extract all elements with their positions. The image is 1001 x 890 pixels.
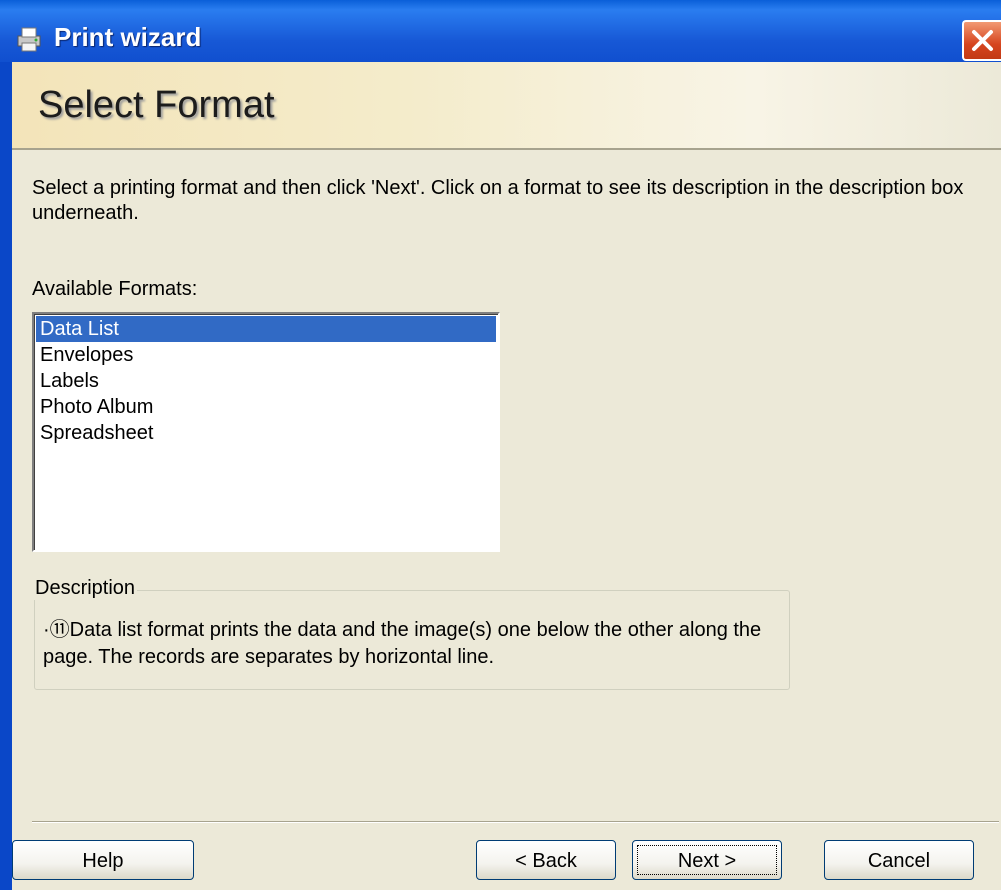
- description-groupbox: Description ·⑪Data list format prints th…: [33, 577, 790, 690]
- printer-icon: [14, 24, 44, 54]
- next-button-label: Next >: [677, 850, 737, 872]
- button-separator: [32, 821, 999, 823]
- list-item-spreadsheet[interactable]: Spreadsheet: [36, 420, 496, 446]
- help-button[interactable]: Help: [12, 840, 194, 880]
- instructions-text: Select a printing format and then click …: [32, 177, 964, 224]
- list-item-labels[interactable]: Labels: [36, 368, 496, 394]
- description-text: ·⑪Data list format prints the data and t…: [43, 619, 762, 668]
- available-formats-label: Available Formats:: [32, 278, 198, 300]
- window-title: Print wizard: [54, 22, 202, 52]
- next-button[interactable]: Next >: [632, 840, 782, 880]
- wizard-header: Select Format: [12, 62, 1001, 150]
- wizard-content: Select a printing format and then click …: [12, 150, 1001, 890]
- back-button[interactable]: < Back: [476, 840, 616, 880]
- list-item-photo-album[interactable]: Photo Album: [36, 394, 496, 420]
- formats-listbox[interactable]: Data List Envelopes Labels Photo Album S…: [32, 312, 500, 552]
- window-left-border: [0, 62, 12, 890]
- list-item-data-list[interactable]: Data List: [36, 316, 496, 342]
- close-icon: [972, 30, 993, 51]
- cancel-button[interactable]: Cancel: [824, 840, 974, 880]
- description-label: Description: [33, 577, 138, 600]
- page-title: Select Format: [38, 84, 275, 126]
- list-item-envelopes[interactable]: Envelopes: [36, 342, 496, 368]
- close-button[interactable]: [962, 20, 1001, 61]
